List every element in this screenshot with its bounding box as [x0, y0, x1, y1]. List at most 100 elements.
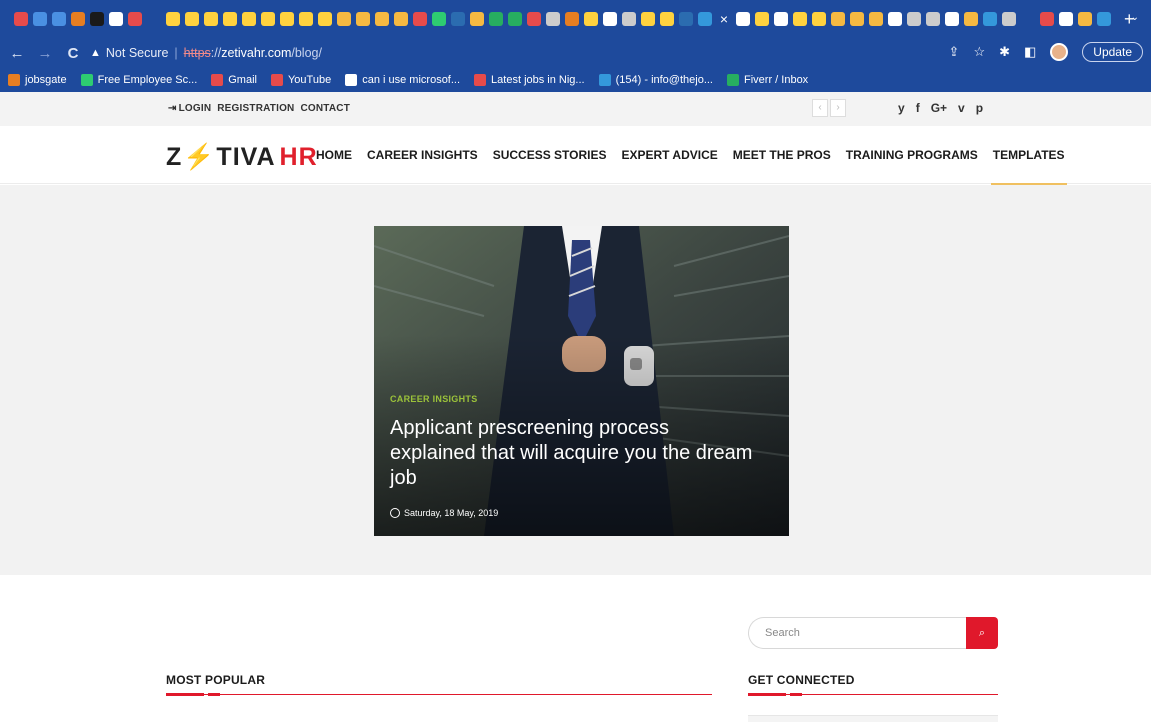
tab-favicon-icon[interactable]: [451, 12, 465, 26]
bookmark-item[interactable]: Gmail: [211, 74, 257, 86]
extensions-icon[interactable]: ✱: [999, 44, 1010, 60]
nav-templates[interactable]: TEMPLATES: [990, 148, 1067, 185]
tab-favicon-icon[interactable]: [261, 12, 275, 26]
vimeo-icon[interactable]: v: [958, 101, 965, 115]
nav-meet-the-pros[interactable]: MEET THE PROS: [733, 148, 831, 184]
tab-favicon-icon[interactable]: [812, 12, 826, 26]
bookmark-item[interactable]: jobsgate: [8, 74, 67, 86]
tab-favicon-icon[interactable]: [14, 12, 28, 26]
pinterest-icon[interactable]: p: [976, 101, 983, 115]
nav-success-stories[interactable]: SUCCESS STORIES: [493, 148, 607, 184]
tab-favicon-icon[interactable]: [223, 12, 237, 26]
facebook-icon[interactable]: f: [916, 101, 920, 115]
site-logo[interactable]: Z ⚡ TIVA HR: [166, 143, 318, 172]
tab-favicon-icon[interactable]: [52, 12, 66, 26]
contact-link[interactable]: CONTACT: [300, 103, 350, 114]
tab-favicon-icon[interactable]: [413, 12, 427, 26]
post-title[interactable]: Applicant prescreening process explained…: [390, 416, 760, 491]
tab-favicon-icon[interactable]: [318, 12, 332, 26]
tab-favicon-icon[interactable]: [546, 12, 560, 26]
search-input[interactable]: [748, 617, 968, 649]
tab-favicon-icon[interactable]: [831, 12, 845, 26]
tab-favicon-icon[interactable]: [983, 12, 997, 26]
tab-favicon-icon[interactable]: [204, 12, 218, 26]
tab-search-icon[interactable]: ⌄: [1131, 12, 1139, 23]
bookmark-item[interactable]: Fiverr / Inbox: [727, 74, 808, 86]
tab-favicon-icon[interactable]: [527, 12, 541, 26]
search-button[interactable]: ⌕: [966, 617, 998, 649]
tab-favicon-icon[interactable]: [565, 12, 579, 26]
bookmark-item[interactable]: Free Employee Sc...: [80, 74, 197, 86]
post-category[interactable]: CAREER INSIGHTS: [390, 394, 478, 404]
tab-favicon-icon[interactable]: [907, 12, 921, 26]
nav-home[interactable]: HOME: [316, 148, 352, 184]
reload-button[interactable]: C: [62, 45, 84, 62]
tab-favicon-icon[interactable]: [888, 12, 902, 26]
tab-favicon-icon[interactable]: [337, 12, 351, 26]
featured-post[interactable]: CAREER INSIGHTS Applicant prescreening p…: [374, 226, 789, 536]
next-button[interactable]: ›: [830, 99, 846, 117]
tab-favicon-icon[interactable]: [185, 12, 199, 26]
tab-favicon-icon[interactable]: [641, 12, 655, 26]
bookmark-star-icon[interactable]: ☆: [973, 44, 985, 60]
nav-career-insights[interactable]: CAREER INSIGHTS: [367, 148, 478, 184]
address-bar[interactable]: ▲ Not Secure | https://zetivahr.com/blog…: [90, 42, 322, 64]
tab-favicon-icon[interactable]: [1040, 12, 1054, 26]
tab-favicon-icon[interactable]: [679, 12, 693, 26]
tab-favicon-icon[interactable]: [432, 12, 446, 26]
bookmark-item[interactable]: (154) - info@thejo...: [598, 74, 713, 86]
share-icon[interactable]: ⇪: [949, 44, 960, 60]
tab-favicon-icon[interactable]: [660, 12, 674, 26]
prev-button[interactable]: ‹: [812, 99, 828, 117]
tab-favicon-icon[interactable]: [508, 12, 522, 26]
bookmark-item[interactable]: YouTube: [270, 74, 331, 86]
tab-favicon-icon[interactable]: [356, 12, 370, 26]
tab-favicon-icon[interactable]: [1059, 12, 1073, 26]
tab-favicon-icon[interactable]: [242, 12, 256, 26]
forward-button[interactable]: →: [34, 45, 56, 62]
tab-favicon-icon[interactable]: [622, 12, 636, 26]
tab-favicon-icon[interactable]: [755, 12, 769, 26]
tab-favicon-icon[interactable]: [945, 12, 959, 26]
tab-favicon-icon[interactable]: [470, 12, 484, 26]
tab-favicon-icon[interactable]: [584, 12, 598, 26]
update-button[interactable]: Update: [1082, 42, 1143, 62]
tab-favicon-icon[interactable]: [698, 12, 712, 26]
nav-training-programs[interactable]: TRAINING PROGRAMS: [846, 148, 978, 184]
login-link[interactable]: ⇥ LOGIN: [168, 103, 211, 114]
tab-favicon-icon[interactable]: [603, 12, 617, 26]
twitter-icon[interactable]: y: [898, 101, 905, 115]
profile-avatar[interactable]: [1050, 43, 1069, 61]
bookmark-item[interactable]: Latest jobs in Nig...: [474, 74, 585, 86]
tab-favicon-icon[interactable]: [109, 12, 123, 26]
tab-favicon-icon[interactable]: [850, 12, 864, 26]
tab-favicon-icon[interactable]: [280, 12, 294, 26]
tab-favicon-icon[interactable]: [869, 12, 883, 26]
tab-favicon-icon[interactable]: [299, 12, 313, 26]
back-button[interactable]: ←: [6, 45, 28, 62]
tab-favicon-icon[interactable]: [166, 12, 180, 26]
bookmark-item[interactable]: can i use microsof...: [345, 74, 460, 86]
google-plus-icon[interactable]: G+: [931, 101, 947, 115]
registration-link[interactable]: REGISTRATION: [217, 103, 294, 114]
tab-favicon-icon[interactable]: [1097, 12, 1111, 26]
tab-favicon-icon[interactable]: [394, 12, 408, 26]
side-panel-icon[interactable]: ◧: [1024, 44, 1036, 60]
tab-favicon-icon[interactable]: [375, 12, 389, 26]
tab-favicon-icon[interactable]: [793, 12, 807, 26]
tab-favicon-icon[interactable]: [90, 12, 104, 26]
tab-favicon-icon[interactable]: [964, 12, 978, 26]
tab-favicon-icon[interactable]: [1021, 12, 1035, 26]
tab-favicon-icon[interactable]: [128, 12, 142, 26]
tab-favicon-icon[interactable]: [1002, 12, 1016, 26]
tab-favicon-icon[interactable]: [1078, 12, 1092, 26]
tab-favicon-icon[interactable]: [33, 12, 47, 26]
tab-favicon-icon[interactable]: [147, 12, 161, 26]
tab-favicon-icon[interactable]: [774, 12, 788, 26]
tab-favicon-icon[interactable]: [926, 12, 940, 26]
tab-favicon-icon[interactable]: [736, 12, 750, 26]
tab-close-icon[interactable]: ×: [717, 12, 731, 26]
tab-favicon-icon[interactable]: [71, 12, 85, 26]
tab-favicon-icon[interactable]: [489, 12, 503, 26]
nav-expert-advice[interactable]: EXPERT ADVICE: [622, 148, 718, 184]
